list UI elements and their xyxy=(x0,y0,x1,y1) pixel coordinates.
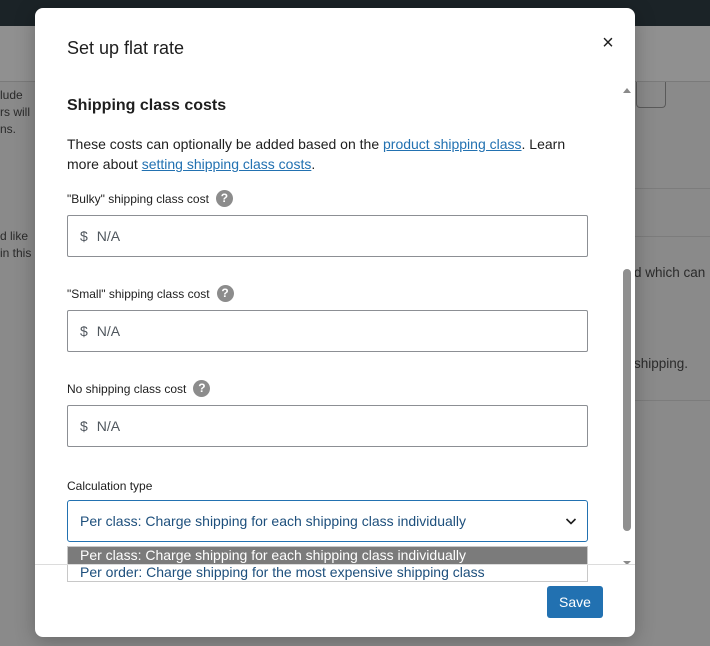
bg-divider xyxy=(634,400,710,401)
bg-text-left-5: in this xyxy=(0,246,32,260)
scrollbar[interactable] xyxy=(621,88,633,565)
small-cost-input[interactable]: $ N/A xyxy=(67,310,588,352)
chevron-down-icon xyxy=(565,518,577,525)
input-placeholder: N/A xyxy=(96,323,121,339)
option-per-order[interactable]: Per order: Charge shipping for the most … xyxy=(68,564,587,581)
currency-symbol: $ xyxy=(80,228,88,244)
currency-symbol: $ xyxy=(80,418,88,434)
option-per-class[interactable]: Per class: Charge shipping for each ship… xyxy=(68,547,587,564)
section-description: These costs can optionally be added base… xyxy=(67,136,566,172)
scroll-up-arrow-icon[interactable] xyxy=(623,88,631,93)
bg-divider xyxy=(634,236,710,237)
calculation-type-select[interactable]: Per class: Charge shipping for each ship… xyxy=(67,500,588,542)
no-class-cost-input[interactable]: $ N/A xyxy=(67,405,588,447)
calculation-type-label: Calculation type xyxy=(67,479,153,493)
help-icon[interactable]: ? xyxy=(215,190,233,207)
small-cost-label: "Small" shipping class cost ? xyxy=(67,285,234,302)
bulky-cost-label: "Bulky" shipping class cost ? xyxy=(67,190,233,207)
bg-text-left-4: d like xyxy=(0,229,29,243)
product-shipping-class-link[interactable]: product shipping class xyxy=(383,136,522,152)
bulky-cost-input[interactable]: $ N/A xyxy=(67,215,588,257)
bg-input xyxy=(636,82,666,108)
help-icon[interactable]: ? xyxy=(193,380,211,397)
bg-text-left-2: rs will xyxy=(0,105,30,119)
input-placeholder: N/A xyxy=(96,418,121,434)
scrollbar-thumb[interactable] xyxy=(623,269,631,531)
bg-text-left-1: lude xyxy=(0,88,23,102)
section-title: Shipping class costs xyxy=(67,97,227,114)
footer-divider xyxy=(35,564,635,565)
input-placeholder: N/A xyxy=(96,228,121,244)
help-icon[interactable]: ? xyxy=(216,285,234,302)
bg-text-right-2: shipping. xyxy=(634,356,689,371)
bg-text-right-1: d which can xyxy=(634,265,706,280)
save-button[interactable]: Save xyxy=(547,586,603,618)
currency-symbol: $ xyxy=(80,323,88,339)
select-value: Per class: Charge shipping for each ship… xyxy=(80,513,466,529)
modal-title: Set up flat rate xyxy=(67,38,185,58)
bg-divider xyxy=(634,188,710,189)
bg-text-left-3: ns. xyxy=(0,122,17,136)
no-class-cost-label: No shipping class cost ? xyxy=(67,380,211,397)
setting-shipping-class-costs-link[interactable]: setting shipping class costs xyxy=(142,156,312,172)
flat-rate-modal: Set up flat rate × Shipping class costs … xyxy=(35,8,635,637)
close-icon[interactable]: × xyxy=(599,33,617,53)
